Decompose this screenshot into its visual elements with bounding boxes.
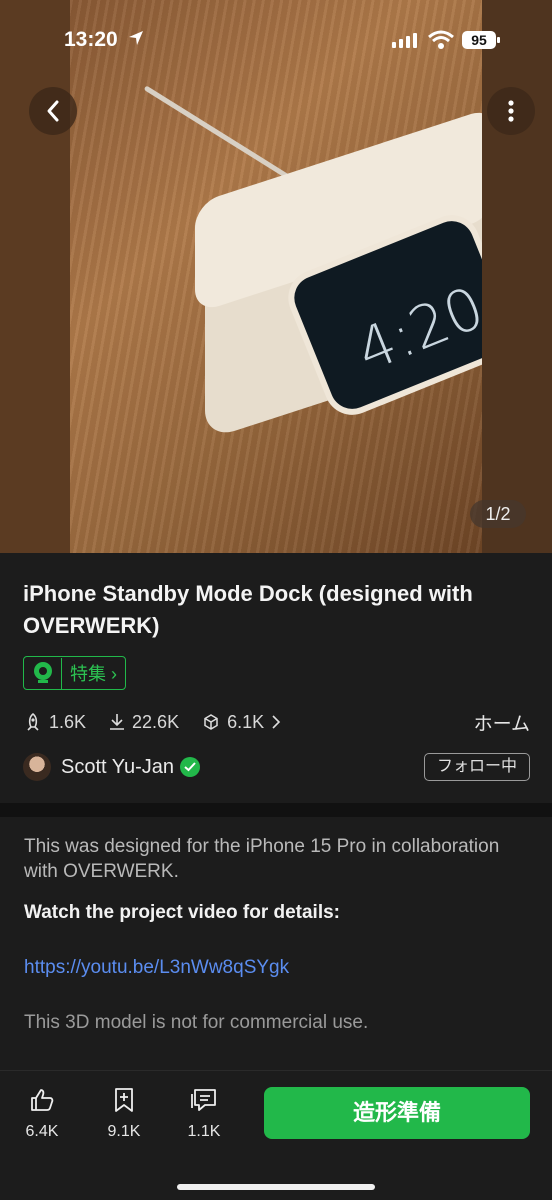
image-blur-left (0, 0, 70, 553)
image-blur-right (482, 0, 552, 553)
featured-badge[interactable]: 特集 › (23, 656, 127, 690)
featured-label: 特集 › (70, 664, 118, 684)
avatar[interactable] (23, 753, 51, 781)
app-screen: 4:20 13:20 95 1/2 iPhone Standby Mode Do… (0, 0, 552, 1200)
boost-stat[interactable]: 1.6K (23, 712, 86, 733)
back-icon (47, 100, 59, 122)
author-row: Scott Yu-Jan フォロー中 (23, 752, 530, 782)
cube-icon (204, 714, 218, 730)
makes-stat[interactable]: 6.1K (201, 712, 282, 733)
battery-indicator: 95 (462, 31, 500, 49)
more-icon (508, 100, 514, 122)
verified-icon (180, 757, 201, 777)
like-count: 6.4K (25, 1123, 59, 1140)
thumb-up-icon (31, 1089, 54, 1111)
status-bar: 13:20 95 (0, 20, 552, 60)
description-heading: Watch the project video for details: (24, 902, 341, 923)
featured-icon (24, 657, 62, 689)
image-photo: 4:20 (70, 0, 517, 553)
rocket-icon (27, 712, 39, 731)
bookmark-icon (115, 1088, 133, 1112)
model-title: iPhone Standby Mode Dock (designed with … (23, 581, 473, 638)
section-divider (0, 803, 552, 817)
print-prepare-button[interactable]: 造形準備 (264, 1087, 530, 1139)
download-count: 22.6K (132, 711, 180, 732)
download-stat[interactable]: 22.6K (108, 712, 179, 733)
save-button[interactable]: 9.1K (94, 1085, 154, 1141)
comment-icon (191, 1089, 216, 1111)
follow-button[interactable]: フォロー中 (423, 753, 530, 781)
model-image[interactable]: 4:20 (0, 0, 552, 553)
comment-count: 1.1K (187, 1123, 221, 1140)
like-button[interactable]: 6.4K (12, 1085, 72, 1141)
description-text: This was designed for the iPhone 15 Pro … (24, 836, 500, 882)
stats-row: 1.6K 22.6K 6.1K ホーム (23, 708, 530, 736)
signal-icon (392, 33, 417, 48)
bottom-action-bar: 6.4K 9.1K 1.1K 造形準備 (0, 1070, 552, 1200)
home-indicator[interactable] (177, 1184, 375, 1190)
home-link[interactable]: ホーム (474, 709, 530, 736)
save-count: 9.1K (107, 1123, 141, 1140)
makes-count: 6.1K (227, 711, 265, 732)
boost-count: 1.6K (49, 711, 87, 732)
author-name[interactable]: Scott Yu-Jan (61, 756, 174, 779)
wifi-icon (428, 30, 454, 49)
download-icon (110, 714, 125, 730)
back-button[interactable] (29, 87, 77, 135)
status-time: 13:20 (64, 28, 118, 51)
more-button[interactable] (487, 87, 535, 135)
comment-button[interactable]: 1.1K (174, 1085, 234, 1141)
video-link[interactable]: https://youtu.be/L3nWw8qSYgk (24, 957, 289, 979)
location-arrow-icon (129, 31, 143, 45)
license-note: This 3D model is not for commercial use. (24, 1012, 369, 1033)
chevron-right-icon (272, 715, 281, 729)
dock-illustration: 4:20 (195, 106, 517, 441)
image-counter: 1/2 (470, 500, 526, 528)
